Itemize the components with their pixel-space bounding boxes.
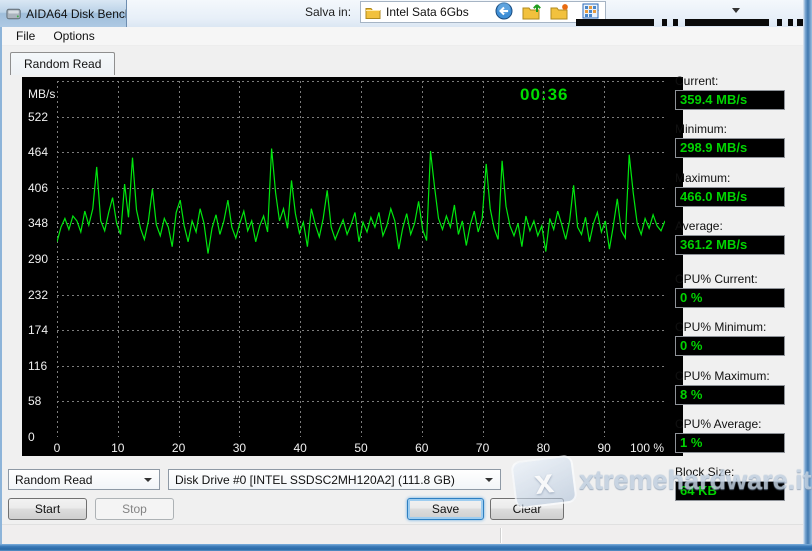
stat-cpu-average: CPU% Average: 1 % xyxy=(675,417,785,453)
benchmark-chart: MB/s 00:36 522 464 406 348 290 232 174 116 58 0 0… xyxy=(22,77,683,456)
start-button[interactable]: Start xyxy=(8,498,87,520)
tab-random-read[interactable]: Random Read xyxy=(10,52,116,75)
test-type-value: Random Read xyxy=(15,472,93,487)
back-arrow-icon xyxy=(495,2,513,20)
folder-up-icon xyxy=(522,3,541,19)
x-tick-label: 60 xyxy=(415,441,429,455)
screen: Salva in: Intel Sata 6Gbs AIDA64 Disk Be… xyxy=(0,0,812,551)
stat-value: 1 % xyxy=(675,433,785,453)
stat-label: Maximum: xyxy=(675,171,731,185)
x-tick-label: 50 xyxy=(354,441,368,455)
stat-value: 361.2 MB/s xyxy=(675,235,785,255)
statusbar-divider xyxy=(500,528,501,543)
clear-button[interactable]: Clear xyxy=(490,498,564,520)
x-tick-label: 80 xyxy=(536,441,551,455)
back-button[interactable] xyxy=(493,1,515,21)
stat-block-size: Block Size: 64 KB xyxy=(675,465,785,501)
save-in-label: Salva in: xyxy=(305,5,352,19)
window-body: Random Read MB/s 00:36 522 464 406 348 290 23… xyxy=(2,46,803,524)
stat-current: Current: 359.4 MB/s xyxy=(675,74,785,110)
test-type-combobox[interactable]: Random Read xyxy=(8,469,160,490)
x-tick-label: 100 % xyxy=(629,441,665,455)
x-tick-label: 0 xyxy=(53,441,61,455)
aida64-titlebar[interactable]: AIDA64 Disk Bench xyxy=(0,0,127,27)
chevron-down-icon xyxy=(144,478,152,482)
drive-value: Disk Drive #0 [INTEL SSDSC2MH120A2] (111… xyxy=(175,472,455,487)
stat-maximum: Maximum: 466.0 MB/s xyxy=(675,171,785,207)
y-tick-label: 406 xyxy=(28,180,49,195)
stat-value: 359.4 MB/s xyxy=(675,90,785,110)
x-tick-label: 40 xyxy=(293,441,307,455)
stat-label: CPU% Current: xyxy=(675,272,758,286)
window-title: AIDA64 Disk Bench xyxy=(26,6,126,21)
chart-plot xyxy=(57,81,665,437)
y-tick-label: 116 xyxy=(28,358,48,373)
y-axis-unit-label: MB/s xyxy=(28,87,56,101)
stop-button[interactable]: Stop xyxy=(95,498,174,520)
y-tick-label: 232 xyxy=(28,287,49,302)
views-dropdown-caret-icon[interactable] xyxy=(732,8,740,13)
save-location-value: Intel Sata 6Gbs xyxy=(386,5,469,19)
stat-value: 64 KB xyxy=(675,481,785,501)
window-frame-bottom xyxy=(0,544,812,551)
stat-value: 466.0 MB/s xyxy=(675,187,785,207)
menu-file[interactable]: File xyxy=(8,27,43,45)
stat-value: 8 % xyxy=(675,385,785,405)
views-grid-icon xyxy=(582,3,598,19)
stat-average: Average: 361.2 MB/s xyxy=(675,219,785,255)
x-tick-label: 10 xyxy=(111,441,125,455)
views-button[interactable] xyxy=(579,1,601,21)
file-list-previews xyxy=(576,19,812,26)
save-button[interactable]: Save xyxy=(407,498,484,520)
y-tick-label: 464 xyxy=(28,145,49,160)
x-tick-label: 30 xyxy=(232,441,247,455)
stat-value: 0 % xyxy=(675,288,785,308)
stat-value: 0 % xyxy=(675,336,785,356)
menu-options[interactable]: Options xyxy=(45,27,102,45)
chevron-down-icon xyxy=(485,478,493,482)
stat-cpu-maximum: CPU% Maximum: 8 % xyxy=(675,369,785,405)
stat-label: Current: xyxy=(675,74,719,88)
y-tick-label: 58 xyxy=(28,394,42,409)
x-tick-label: 20 xyxy=(171,441,186,455)
stat-label: CPU% Minimum: xyxy=(675,320,767,334)
top-strip: Salva in: Intel Sata 6Gbs AIDA64 Disk Be… xyxy=(0,0,812,28)
window-frame-right xyxy=(803,0,812,551)
stats-panel: Current: 359.4 MB/s Minimum: 298.9 MB/s … xyxy=(675,46,787,524)
stat-label: Block Size: xyxy=(675,465,735,479)
stat-value: 298.9 MB/s xyxy=(675,138,785,158)
y-tick-label: 290 xyxy=(28,252,49,266)
y-tick-label: 348 xyxy=(28,216,49,231)
stat-label: CPU% Average: xyxy=(675,417,762,431)
statusbar xyxy=(2,524,803,546)
y-tick-label: 522 xyxy=(28,109,49,124)
disk-drive-icon xyxy=(6,8,21,19)
window-frame-left xyxy=(0,27,2,551)
save-dialog-fragment: Salva in: Intel Sata 6Gbs xyxy=(127,0,812,28)
stat-minimum: Minimum: 298.9 MB/s xyxy=(675,122,785,158)
folder-icon xyxy=(365,7,381,19)
y-tick-label: 174 xyxy=(28,323,49,338)
stat-label: CPU% Maximum: xyxy=(675,369,770,383)
stat-label: Average: xyxy=(675,219,723,233)
x-tick-label: 70 xyxy=(475,441,490,455)
stat-label: Minimum: xyxy=(675,122,728,136)
drive-combobox[interactable]: Disk Drive #0 [INTEL SSDSC2MH120A2] (111… xyxy=(168,469,501,490)
up-one-level-button[interactable] xyxy=(521,1,543,21)
menubar: File Options xyxy=(2,27,803,46)
y-tick-label: 0 xyxy=(28,430,35,444)
stat-cpu-current: CPU% Current: 0 % xyxy=(675,272,785,308)
x-tick-label: 90 xyxy=(597,441,611,455)
new-folder-button[interactable] xyxy=(549,1,571,21)
new-folder-icon xyxy=(550,3,568,19)
stat-cpu-minimum: CPU% Minimum: 0 % xyxy=(675,320,785,356)
